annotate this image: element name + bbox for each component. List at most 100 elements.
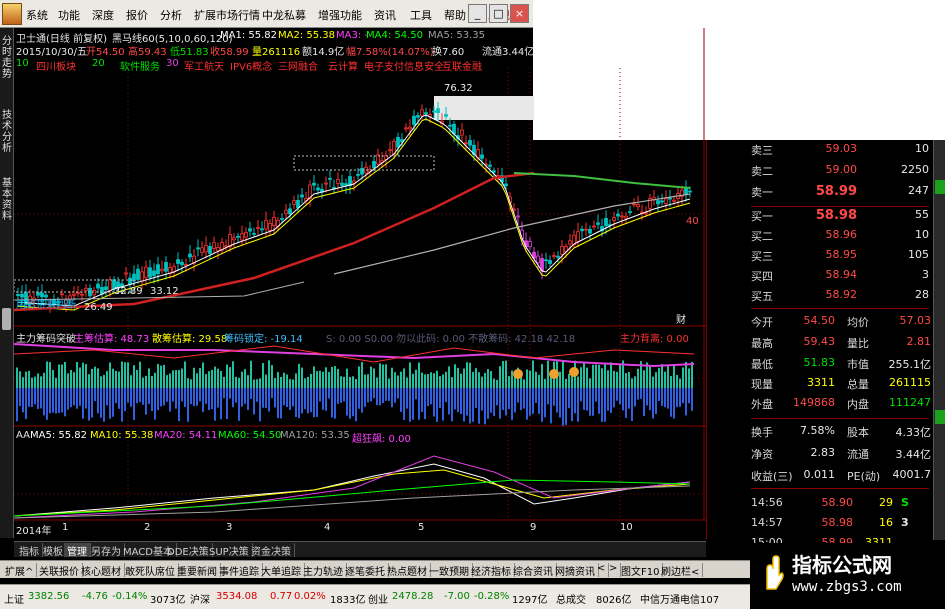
extension-tab[interactable]: 事件追踪 bbox=[216, 563, 263, 578]
histogram-bar bbox=[601, 388, 603, 422]
concept-tag[interactable]: 四川板块 bbox=[36, 58, 76, 73]
menu-depth[interactable]: 深度 bbox=[92, 7, 114, 23]
concept-tag[interactable]: 30 bbox=[166, 58, 179, 69]
histogram-bar bbox=[142, 377, 144, 388]
histogram-bar bbox=[397, 375, 399, 388]
histogram-bar bbox=[319, 388, 321, 402]
concept-tag[interactable]: 电子支付 bbox=[364, 58, 404, 73]
menu-quote[interactable]: 报价 bbox=[126, 7, 148, 23]
extension-tab[interactable]: 图文F10 bbox=[618, 563, 664, 578]
indicator-tab[interactable]: 资金决策 bbox=[248, 543, 295, 558]
extension-tab[interactable]: 一致预期 bbox=[426, 563, 473, 578]
histogram-bar bbox=[139, 361, 141, 388]
candle-body bbox=[264, 220, 268, 230]
histogram-bar bbox=[49, 362, 51, 388]
menu-news[interactable]: 资讯 bbox=[374, 7, 396, 23]
menu-function[interactable]: 功能 bbox=[58, 7, 80, 23]
histogram-bar bbox=[436, 388, 438, 422]
histogram-bar bbox=[358, 388, 360, 409]
concept-tag[interactable]: 军工航天 bbox=[184, 58, 224, 73]
ask-row[interactable]: 卖三 59.03 10 bbox=[707, 142, 929, 157]
extension-tab[interactable]: 主力轨迹 bbox=[300, 563, 347, 578]
extension-tab[interactable]: 大单追踪 bbox=[258, 563, 305, 578]
candle-body bbox=[568, 240, 572, 245]
indicator-tab[interactable]: 模板 bbox=[40, 543, 67, 558]
concept-tag[interactable]: 软件服务 bbox=[120, 58, 160, 73]
extension-tab[interactable]: 经济指标 bbox=[468, 563, 515, 578]
scroll-thumb[interactable] bbox=[935, 410, 945, 424]
menu-system[interactable]: 系统 bbox=[26, 7, 48, 23]
extension-tab[interactable]: 刷边栏< bbox=[658, 563, 704, 578]
histogram-bar bbox=[412, 373, 414, 388]
side-tab-technical[interactable]: 技术分析 bbox=[0, 110, 14, 154]
x-axis-year: 2014年 bbox=[16, 526, 52, 537]
menu-tools[interactable]: 工具 bbox=[410, 7, 432, 23]
extension-tab[interactable]: 敢死队席位 bbox=[122, 563, 179, 578]
tick-price: 58.90 bbox=[821, 496, 854, 509]
concept-tag[interactable]: 互联金融 bbox=[442, 58, 482, 73]
menu-extended-market[interactable]: 扩展市场行情 bbox=[194, 7, 260, 23]
indicator-tab[interactable]: 指标 bbox=[16, 543, 43, 558]
extension-tab[interactable]: 关联报价 bbox=[36, 563, 83, 578]
tick-volume: 29 bbox=[879, 496, 893, 509]
sz-index-label[interactable]: 沪深 bbox=[190, 591, 210, 606]
histogram-bar bbox=[439, 376, 441, 388]
histogram-bar bbox=[184, 388, 186, 407]
side-tab-intraday[interactable]: 分时走势 bbox=[0, 36, 14, 80]
extension-tab[interactable]: 热点题材 bbox=[384, 563, 431, 578]
kline-chart[interactable] bbox=[14, 28, 706, 538]
extension-tab[interactable]: 核心题材 bbox=[78, 563, 125, 578]
x-axis-month: 4 bbox=[324, 522, 331, 533]
histogram-bar bbox=[388, 388, 390, 401]
extension-tab[interactable]: 扩展^ bbox=[2, 563, 38, 578]
maximize-button[interactable]: □ bbox=[489, 4, 508, 23]
divergence-line bbox=[14, 345, 695, 363]
histogram-bar bbox=[634, 388, 636, 407]
concept-tag[interactable]: 10 bbox=[16, 58, 29, 69]
side-tab-fundamentals[interactable]: 基本资料 bbox=[0, 178, 14, 222]
sh-index-label[interactable]: 上证 bbox=[4, 591, 24, 606]
quote-scrollbar[interactable] bbox=[933, 140, 945, 540]
menu-enhanced[interactable]: 增强功能 bbox=[318, 7, 362, 23]
sh-index-amount: 3073亿 bbox=[150, 595, 186, 606]
ask-row[interactable]: 卖二 59.00 2250 bbox=[707, 163, 929, 178]
histogram-bar bbox=[526, 369, 528, 388]
bid-row[interactable]: 买二 58.96 10 bbox=[707, 228, 929, 243]
concept-tag[interactable]: 云计算 bbox=[328, 58, 358, 73]
minimize-button[interactable]: _ bbox=[468, 4, 487, 23]
histogram-bar bbox=[127, 388, 129, 403]
cy-index-label[interactable]: 创业 bbox=[368, 591, 388, 606]
histogram-bar bbox=[52, 388, 54, 413]
histogram-bar bbox=[16, 388, 18, 422]
histogram-bar bbox=[370, 366, 372, 388]
extension-tab[interactable]: 网摘资讯 bbox=[552, 563, 599, 578]
extension-tab[interactable]: 重要新闻 bbox=[174, 563, 221, 578]
histogram-bar bbox=[478, 388, 480, 424]
concept-tag[interactable]: 三网融合 bbox=[278, 58, 318, 73]
menu-analysis[interactable]: 分析 bbox=[160, 7, 182, 23]
extension-tab[interactable]: 逐笔委托 bbox=[342, 563, 389, 578]
histogram-bar bbox=[562, 388, 564, 426]
indicator-tab[interactable]: 管理 bbox=[64, 543, 91, 558]
bid-row[interactable]: 买四 58.94 3 bbox=[707, 268, 929, 283]
menu-zhonglong-private[interactable]: 中龙私募 bbox=[262, 7, 306, 23]
bid-row[interactable]: 买一 58.98 55 bbox=[707, 208, 929, 223]
concept-tag[interactable]: 信息安全 bbox=[404, 58, 444, 73]
histogram-bar bbox=[58, 364, 60, 388]
close-button[interactable]: × bbox=[510, 4, 529, 23]
indicator-tab[interactable]: SUP决策 bbox=[206, 543, 253, 558]
histogram-bar bbox=[169, 388, 171, 412]
finance-marker[interactable]: 财 bbox=[676, 311, 686, 326]
pointer-hand-icon bbox=[766, 555, 784, 590]
extension-tab[interactable]: 综合资讯 bbox=[510, 563, 557, 578]
histogram-bar bbox=[499, 388, 501, 419]
histogram-bar bbox=[556, 388, 558, 413]
concept-tag[interactable]: IPV6概念 bbox=[230, 58, 272, 73]
collapse-handle[interactable] bbox=[2, 308, 11, 330]
menu-help[interactable]: 帮助 bbox=[444, 7, 466, 23]
concept-tag[interactable]: 20 bbox=[92, 58, 105, 69]
scroll-thumb[interactable] bbox=[935, 180, 945, 194]
ask-row[interactable]: 卖一 58.99 247 bbox=[707, 184, 929, 199]
bid-row[interactable]: 买五 58.92 28 bbox=[707, 288, 929, 303]
bid-row[interactable]: 买三 58.95 105 bbox=[707, 248, 929, 263]
